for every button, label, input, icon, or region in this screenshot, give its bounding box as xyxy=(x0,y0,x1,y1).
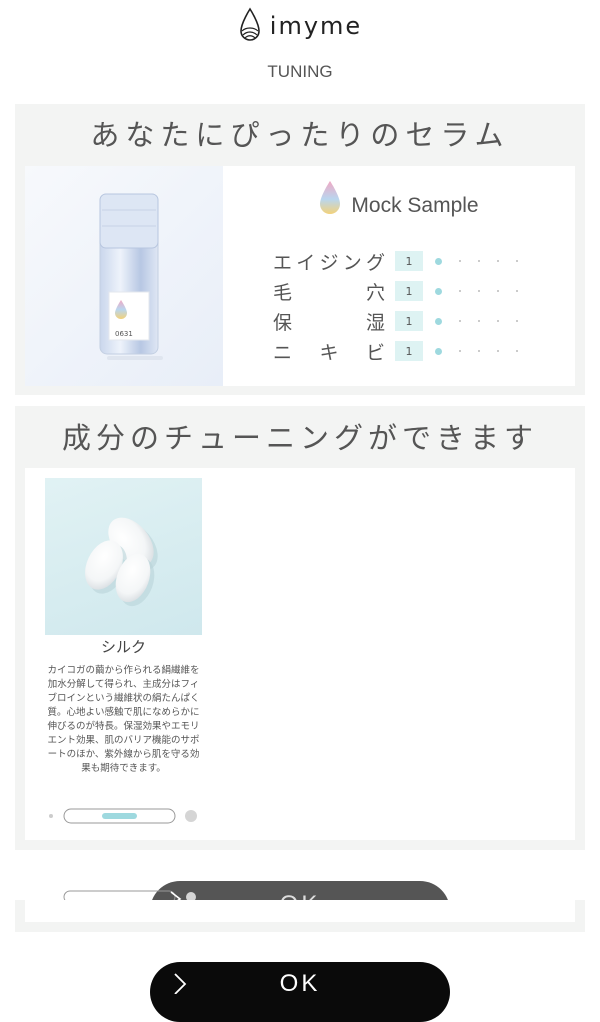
level-dots xyxy=(435,347,518,355)
level-dots xyxy=(435,287,518,295)
header: imyme xyxy=(0,0,600,52)
metric-row-acne: ニ キ ビ 1 xyxy=(273,340,533,364)
page-subtitle: TUNING xyxy=(267,62,333,81)
ingredient-name: シルク xyxy=(100,638,146,656)
ingredient-stepper[interactable] xyxy=(45,806,205,826)
metric-label: エ イ ジ ン グ xyxy=(273,251,385,274)
stepper-min-dot[interactable] xyxy=(49,814,53,818)
brand-logo[interactable]: imyme xyxy=(238,7,362,45)
ok-button-label: OK xyxy=(279,970,321,997)
drop-logo-icon xyxy=(239,7,260,41)
metric-value: 1 xyxy=(395,281,423,301)
sample-drop-icon xyxy=(320,181,341,214)
metric-value: 1 xyxy=(395,311,423,331)
silk-cocoons-illustration xyxy=(85,517,158,607)
stepper-fill xyxy=(102,813,137,819)
arrow-right-icon xyxy=(174,973,187,994)
serum-panel-title: あなたにぴったりのセラム xyxy=(90,118,510,152)
brand-name: imyme xyxy=(269,12,363,40)
ingredient-description: カイコガの繭から作られる絹繊維を加水分解して得られ、主成分はフィブロインという繊… xyxy=(47,665,200,774)
overlay-strip: OK xyxy=(0,851,600,901)
metric-row-pores: 毛 穴 1 xyxy=(273,280,533,304)
silk-image[interactable] xyxy=(45,478,202,635)
metric-row-aging: エ イ ジ ン グ 1 xyxy=(273,250,533,274)
metric-label: 保 湿 xyxy=(273,311,385,334)
metric-row-moisture: 保 湿 1 xyxy=(273,310,533,334)
ok-button[interactable]: OK xyxy=(150,962,450,1022)
metric-label: ニ キ ビ xyxy=(273,341,385,364)
metric-value: 1 xyxy=(395,251,423,271)
sample-header: Mock Sample xyxy=(223,178,575,218)
level-dots xyxy=(435,257,518,265)
bottle-illustration: 0631 xyxy=(99,193,163,360)
level-dots xyxy=(435,317,518,325)
sample-name: Mock Sample xyxy=(351,194,479,217)
ghost-card xyxy=(25,900,575,922)
serum-bottle-image: 0631 xyxy=(25,166,223,386)
ingredient-panel-title: 成分のチューニングができます xyxy=(61,421,538,455)
stepper-max-dot[interactable] xyxy=(185,810,197,822)
metric-value: 1 xyxy=(395,341,423,361)
bottle-code-text: 0631 xyxy=(115,330,133,338)
metric-label: 毛 穴 xyxy=(273,281,385,304)
